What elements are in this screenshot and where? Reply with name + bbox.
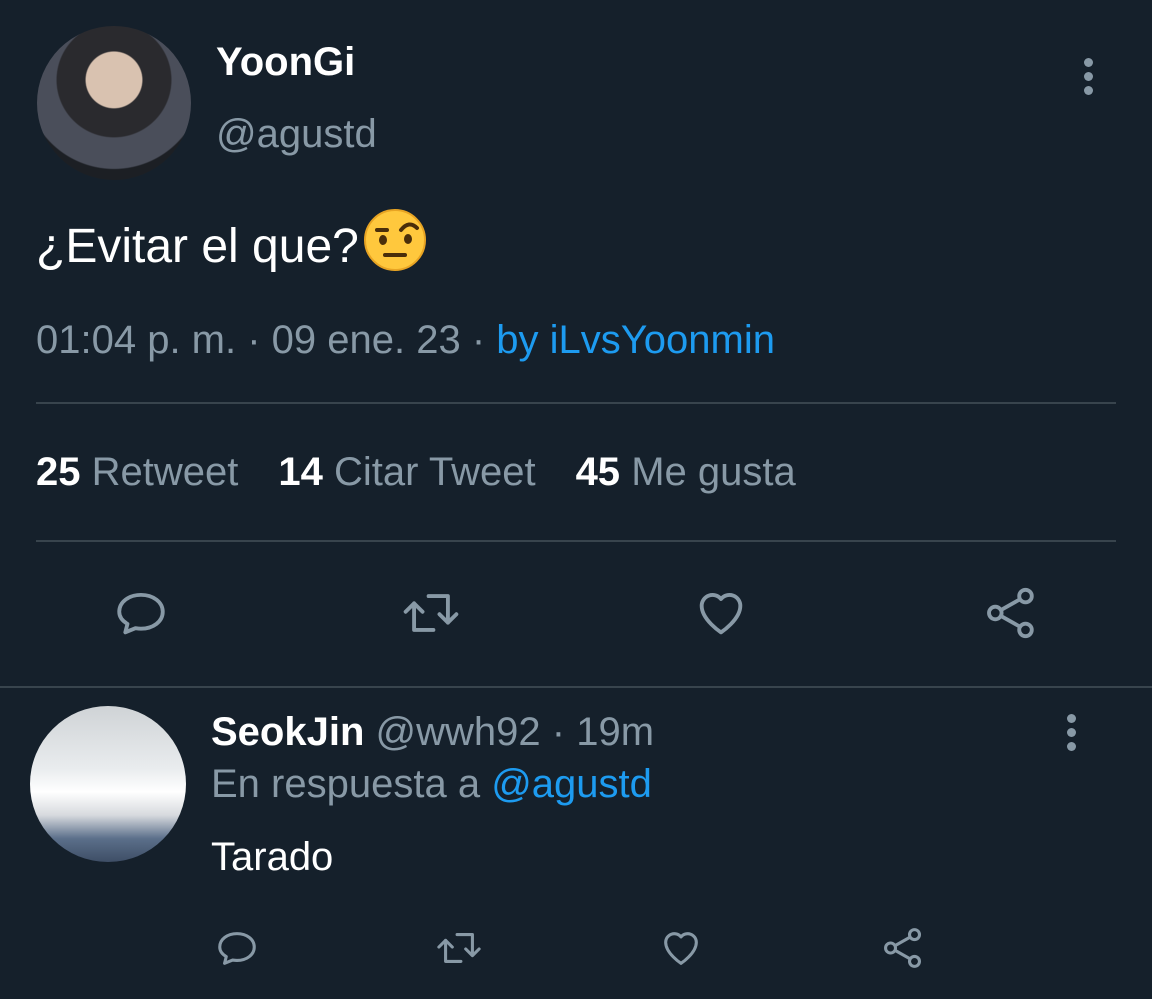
like-label: Me gusta bbox=[631, 450, 796, 494]
quote-count: 14 bbox=[278, 450, 323, 494]
retweet-icon bbox=[437, 933, 481, 963]
more-options-button[interactable] bbox=[1083, 58, 1093, 100]
more-vertical-icon bbox=[1083, 58, 1093, 67]
retweet-icon bbox=[403, 594, 459, 632]
reply-like-button[interactable] bbox=[658, 925, 704, 971]
divider bbox=[36, 402, 1116, 404]
reply-text: Tarado bbox=[211, 835, 334, 879]
timestamp[interactable]: 01:04 p. m. · 09 ene. 23 · bbox=[36, 318, 485, 362]
reply-retweet-button[interactable] bbox=[432, 925, 486, 971]
like-button[interactable] bbox=[692, 584, 750, 642]
reply-time[interactable]: · 19m bbox=[552, 710, 654, 754]
author-handle[interactable]: @agustd bbox=[216, 112, 377, 157]
quote-stat[interactable]: 14 Citar Tweet bbox=[278, 450, 535, 495]
share-icon bbox=[884, 928, 922, 968]
reply-more-options-button[interactable] bbox=[1066, 714, 1076, 756]
reply-context: En respuesta a @agustd bbox=[211, 762, 652, 807]
reply-author-avatar[interactable] bbox=[30, 706, 186, 862]
heart-icon bbox=[699, 593, 743, 635]
retweet-button[interactable] bbox=[398, 584, 464, 642]
reply-reply-button[interactable] bbox=[214, 925, 260, 971]
share-button[interactable] bbox=[982, 584, 1040, 642]
tweet-stats: 25 Retweet 14 Citar Tweet 45 Me gusta bbox=[36, 450, 796, 495]
tweet-body: ¿Evitar el que? bbox=[36, 208, 427, 284]
reply-prefix: En respuesta a bbox=[211, 762, 481, 806]
reply-to-link[interactable]: @agustd bbox=[491, 762, 652, 806]
source-link[interactable]: by iLvsYoonmin bbox=[496, 318, 775, 362]
author-name[interactable]: YoonGi bbox=[216, 40, 355, 85]
reply-share-button[interactable] bbox=[880, 925, 926, 971]
tweet-text: ¿Evitar el que? bbox=[36, 219, 359, 273]
reply-author-name[interactable]: SeokJin bbox=[211, 710, 364, 754]
reply-button[interactable] bbox=[112, 584, 170, 642]
reply-header: SeokJin @wwh92 · 19m bbox=[211, 710, 654, 755]
reply-icon bbox=[117, 592, 165, 635]
like-stat[interactable]: 45 Me gusta bbox=[576, 450, 796, 495]
retweet-label: Retweet bbox=[91, 450, 239, 494]
heart-icon bbox=[664, 932, 698, 965]
reply-author-handle[interactable]: @wwh92 bbox=[376, 710, 541, 754]
tweet-meta: 01:04 p. m. · 09 ene. 23 · by iLvsYoonmi… bbox=[36, 318, 775, 363]
author-avatar[interactable] bbox=[37, 26, 191, 180]
share-icon bbox=[987, 587, 1034, 639]
retweet-stat[interactable]: 25 Retweet bbox=[36, 450, 238, 495]
retweet-count: 25 bbox=[36, 450, 81, 494]
reply-icon bbox=[218, 932, 256, 965]
like-count: 45 bbox=[575, 450, 621, 494]
quote-label: Citar Tweet bbox=[334, 450, 536, 494]
divider bbox=[36, 540, 1116, 542]
raised-eyebrow-emoji-icon bbox=[363, 208, 427, 284]
more-vertical-icon bbox=[1066, 714, 1076, 723]
section-divider bbox=[0, 686, 1152, 688]
